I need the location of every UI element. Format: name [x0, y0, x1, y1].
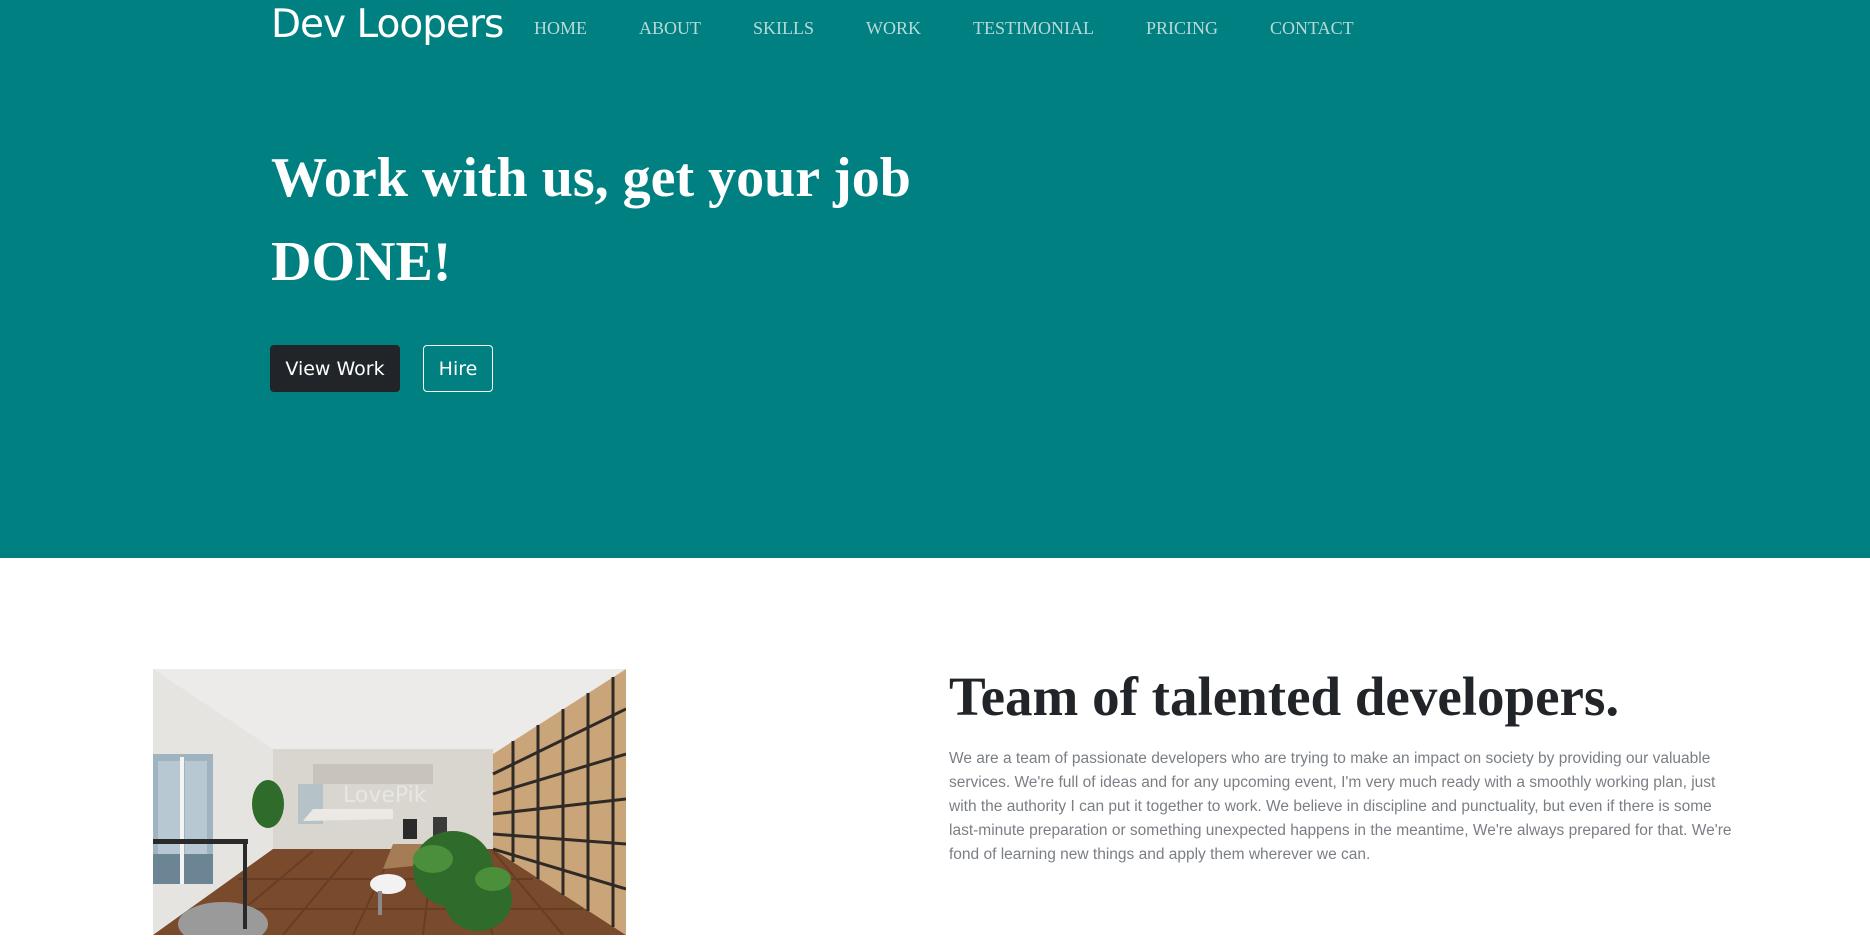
about-title: Team of talented developers.: [949, 666, 1620, 727]
hire-button[interactable]: Hire: [423, 345, 493, 392]
brand-logo[interactable]: Dev Loopers: [271, 2, 504, 47]
office-photo: LovePik: [153, 669, 626, 935]
hero-title-line2: DONE!: [271, 231, 452, 293]
main-nav: HOME ABOUT SKILLS WORK TESTIMONIAL PRICI…: [534, 17, 1406, 39]
hero-title-line1: Work with us, get your job: [271, 147, 911, 209]
nav-home-link[interactable]: HOME: [534, 17, 587, 39]
office-illustration: LovePik: [153, 669, 626, 935]
about-description: We are a team of passionate developers w…: [949, 750, 1732, 863]
hero-section: Dev Loopers HOME ABOUT SKILLS WORK TESTI…: [0, 0, 1870, 558]
nav-testimonial-link[interactable]: TESTIMONIAL: [973, 17, 1094, 39]
nav-skills-link[interactable]: SKILLS: [753, 17, 814, 39]
view-work-button[interactable]: View Work: [270, 345, 400, 392]
nav-contact-link[interactable]: CONTACT: [1270, 17, 1354, 39]
nav-work-link[interactable]: WORK: [866, 17, 921, 39]
hero-title: Work with us, get your job DONE!: [271, 136, 991, 304]
nav-pricing-link[interactable]: PRICING: [1146, 17, 1218, 39]
image-watermark: LovePik: [343, 783, 427, 808]
nav-about-link[interactable]: ABOUT: [639, 17, 701, 39]
